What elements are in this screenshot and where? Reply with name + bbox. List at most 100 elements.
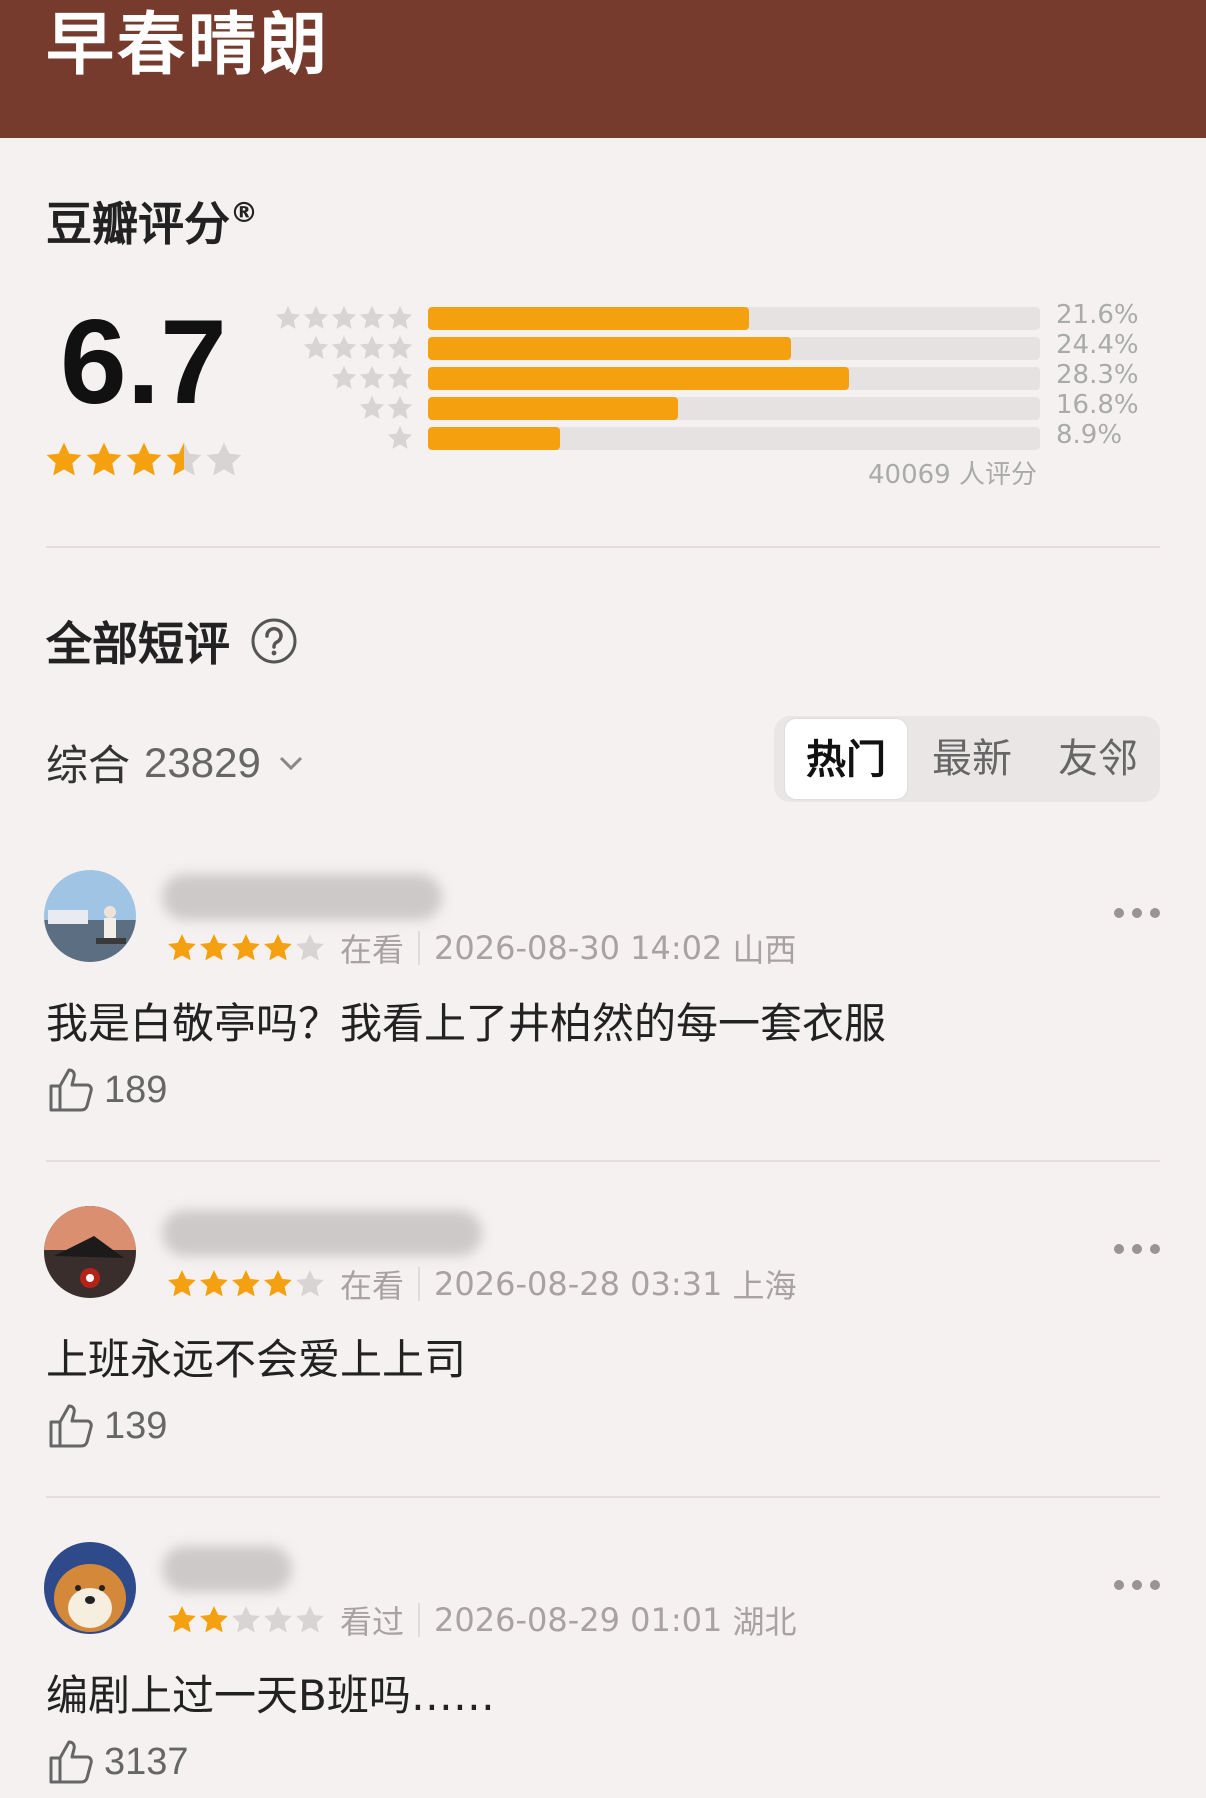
review-datetime: 2026-08-28 03:31 <box>434 1265 723 1303</box>
like-button[interactable]: 3137 <box>46 1736 189 1788</box>
rating-bar-row: 24.4% <box>0 330 1206 364</box>
avatar[interactable] <box>44 1206 136 1298</box>
username-blurred[interactable] <box>162 874 442 920</box>
divider <box>46 1160 1160 1162</box>
rating-bar-fill <box>428 367 849 390</box>
thumbs-up-icon <box>49 1740 93 1784</box>
star-icon <box>330 334 358 362</box>
rating-bar-track <box>428 337 1040 360</box>
rating-bar-track <box>428 307 1040 330</box>
review-content: 我是白敬亭吗？我看上了井柏然的每一套衣服 <box>46 999 887 1048</box>
review-stars <box>166 1268 326 1300</box>
rating-bar-fill <box>428 397 678 420</box>
rating-bar-stars <box>386 424 414 452</box>
like-count: 139 <box>104 1404 168 1447</box>
tab-latest[interactable]: 最新 <box>910 716 1034 802</box>
rating-bar-stars <box>330 364 414 392</box>
star-icon <box>330 364 358 392</box>
more-options-icon[interactable] <box>1114 1580 1160 1594</box>
star-icon <box>294 932 326 964</box>
like-count: 3137 <box>104 1740 189 1783</box>
review-content: 上班永远不会爱上上司 <box>46 1335 467 1384</box>
app-header: 早春晴朗 <box>0 0 1206 138</box>
all-reviews-title: 全部短评 <box>46 608 298 674</box>
rating-bar-percent: 21.6% <box>1056 300 1139 330</box>
meta-separator <box>418 1267 421 1301</box>
star-icon <box>166 1268 198 1300</box>
rating-bar-percent: 8.9% <box>1056 420 1123 450</box>
review-location: 山西 <box>732 931 797 969</box>
rating-bar-fill <box>428 337 791 360</box>
more-options-icon[interactable] <box>1114 908 1160 922</box>
rating-bar-track <box>428 397 1040 420</box>
review-datetime: 2026-08-29 01:01 <box>434 1601 723 1639</box>
divider <box>46 1496 1160 1498</box>
star-icon <box>198 1268 230 1300</box>
rating-bar-percent: 24.4% <box>1056 330 1139 360</box>
tab-friends[interactable]: 友邻 <box>1036 716 1160 802</box>
star-icon <box>302 304 330 332</box>
watch-status: 看过 <box>340 1603 405 1641</box>
star-icon <box>230 1268 262 1300</box>
rating-bar-row: 8.9% <box>0 420 1206 454</box>
like-button[interactable]: 189 <box>46 1064 167 1116</box>
star-icon <box>358 364 386 392</box>
thumbs-up-icon <box>49 1404 93 1448</box>
meta-separator <box>418 1603 421 1637</box>
star-icon <box>386 364 414 392</box>
star-icon <box>358 334 386 362</box>
review-stars <box>166 932 326 964</box>
rating-bar-track <box>428 427 1040 450</box>
star-icon <box>198 1604 230 1636</box>
star-icon <box>386 394 414 422</box>
rating-section-title: 豆瓣评分® <box>46 196 258 251</box>
review-meta: 在看 2026-08-30 14:02 山西 <box>166 928 797 969</box>
like-button[interactable]: 139 <box>46 1400 167 1452</box>
star-icon <box>230 932 262 964</box>
review-count: 23829 <box>144 738 261 786</box>
rating-bar-fill <box>428 307 750 330</box>
watch-status: 在看 <box>340 931 405 969</box>
rating-bar-stars <box>274 304 414 332</box>
star-icon <box>330 304 358 332</box>
rating-bar-percent: 28.3% <box>1056 360 1139 390</box>
review-stars <box>166 1604 326 1636</box>
star-icon <box>262 1268 294 1300</box>
divider <box>46 546 1160 548</box>
star-icon <box>198 932 230 964</box>
star-icon <box>166 1604 198 1636</box>
movie-title: 早春晴朗 <box>46 6 331 85</box>
tab-hot[interactable]: 热门 <box>784 718 908 800</box>
star-icon <box>358 304 386 332</box>
rating-bar-stars <box>302 334 414 362</box>
avatar[interactable] <box>44 870 136 962</box>
rating-bar-fill <box>428 427 561 450</box>
rating-bar-stars <box>358 394 414 422</box>
meta-separator <box>418 931 421 965</box>
star-icon <box>294 1268 326 1300</box>
star-icon <box>302 334 330 362</box>
review-location: 湖北 <box>732 1603 797 1641</box>
star-icon <box>386 424 414 452</box>
star-icon <box>262 1604 294 1636</box>
star-icon <box>386 304 414 332</box>
username-blurred[interactable] <box>162 1210 482 1256</box>
review-tab-bar: 热门 最新 友邻 <box>774 716 1160 802</box>
review-meta: 在看 2026-08-28 03:31 上海 <box>166 1264 797 1305</box>
rating-bar-row: 28.3% <box>0 360 1206 394</box>
sort-dropdown[interactable]: 综合 23829 <box>46 732 307 793</box>
chevron-down-icon <box>279 756 302 770</box>
star-icon <box>294 1604 326 1636</box>
review-content: 编剧上过一天B班吗…… <box>46 1671 495 1720</box>
more-options-icon[interactable] <box>1114 1244 1160 1258</box>
username-blurred[interactable] <box>162 1546 292 1592</box>
star-icon <box>262 932 294 964</box>
rating-bar-percent: 16.8% <box>1056 390 1139 420</box>
help-icon[interactable] <box>250 617 298 665</box>
avatar[interactable] <box>44 1542 136 1634</box>
rating-bar-row: 16.8% <box>0 390 1206 424</box>
star-icon <box>358 394 386 422</box>
star-icon <box>166 932 198 964</box>
sort-label: 综合 <box>46 741 131 790</box>
rating-total[interactable]: 40069 人评分 <box>868 454 1037 491</box>
